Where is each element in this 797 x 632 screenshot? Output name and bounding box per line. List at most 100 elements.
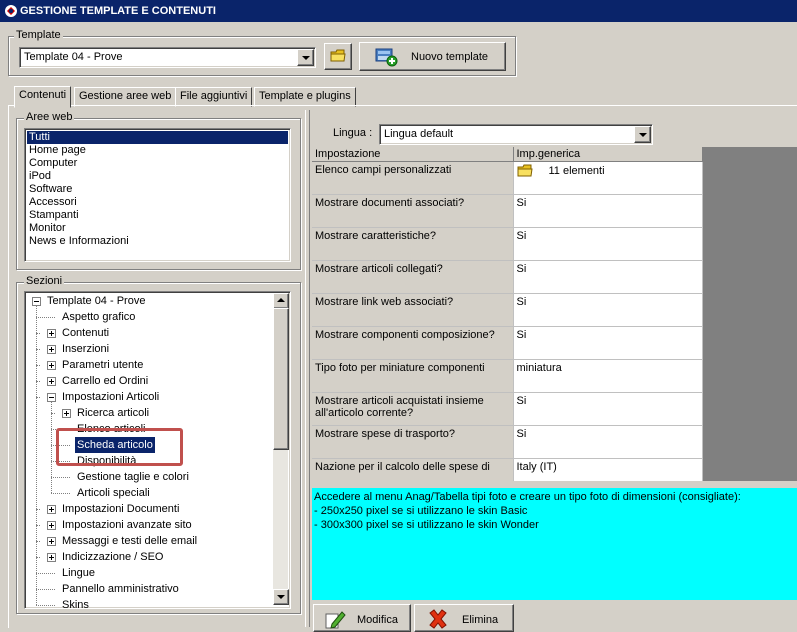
aree-web-item[interactable]: Software: [27, 183, 288, 196]
tree-expand-icon[interactable]: [47, 361, 56, 370]
tab-contenuti-label: Contenuti: [19, 89, 67, 101]
tree-node[interactable]: Parametri utente: [60, 357, 145, 373]
elimina-button[interactable]: Elimina: [414, 604, 514, 632]
tree-expand-icon[interactable]: [47, 505, 56, 514]
modifica-button[interactable]: Modifica: [313, 604, 411, 632]
grid-cell-setting: Mostrare articoli collegati?: [312, 260, 514, 294]
grid-row[interactable]: Tipo foto per miniature componenti miniat…: [312, 359, 703, 393]
tree-node[interactable]: Template 04 - Prove: [45, 293, 147, 309]
grid-cell-value[interactable]: Si: [513, 260, 703, 294]
tab-contenuti[interactable]: Contenuti: [14, 86, 72, 108]
grid-row[interactable]: Mostrare componenti composizione? Si: [312, 326, 703, 360]
tree-expand-icon[interactable]: [47, 377, 56, 386]
grid-cell-value-text: miniatura: [516, 362, 562, 374]
tab-template-e-plugins[interactable]: Template e plugins: [254, 87, 356, 107]
lingua-select-value: Lingua default: [384, 128, 454, 140]
grid-cell-value[interactable]: miniatura: [513, 359, 703, 393]
tree-node[interactable]: Articoli speciali: [75, 485, 152, 501]
grid-header-imp-generica[interactable]: Imp.generica: [513, 147, 703, 162]
aree-web-label: Aree web: [24, 111, 75, 123]
grid-cell-setting: Nazione per il calcolo delle spese di: [312, 458, 514, 481]
grid-cell-value[interactable]: 11 elementi: [513, 161, 703, 195]
grid-row[interactable]: Mostrare articoli collegati? Si: [312, 260, 703, 294]
tree-connector: [51, 493, 70, 495]
grid-header-row: Impostazione Imp.generica: [312, 147, 703, 162]
sezioni-label: Sezioni: [24, 275, 65, 287]
grid-cell-value[interactable]: Si: [513, 227, 703, 261]
tab-file-aggiuntivi[interactable]: File aggiuntivi: [175, 87, 253, 107]
tree-node[interactable]: Inserzioni: [60, 341, 111, 357]
grid-row[interactable]: Mostrare articoli acquistati insieme all…: [312, 392, 703, 426]
tree-node[interactable]: Aspetto grafico: [60, 309, 137, 325]
aree-web-item[interactable]: Monitor: [27, 222, 288, 235]
aree-web-item[interactable]: Computer: [27, 157, 288, 170]
tree-scroll-thumb[interactable]: [273, 308, 289, 450]
tree-connector: [36, 573, 55, 575]
grid-cell-value-text: Si: [516, 395, 527, 407]
grid-cell-setting: Mostrare caratteristiche?: [312, 227, 514, 261]
tree-expand-icon[interactable]: [47, 521, 56, 530]
grid-row[interactable]: Mostrare spese di trasporto? Si: [312, 425, 703, 459]
grid-cell-setting: Mostrare articoli acquistati insieme all…: [312, 392, 514, 426]
grid-row[interactable]: Nazione per il calcolo delle spese di Ita…: [312, 458, 703, 481]
tree-expand-icon[interactable]: [62, 409, 71, 418]
tree-expand-icon[interactable]: [47, 553, 56, 562]
grid-header-impostazione[interactable]: Impostazione: [312, 147, 514, 162]
template-dropdown-arrow[interactable]: [297, 49, 314, 66]
grid-row[interactable]: Elenco campi personalizzati 11 elementi: [312, 161, 703, 195]
grid-cell-setting: Elenco campi personalizzati: [312, 161, 514, 195]
settings-grid[interactable]: Impostazione Imp.generica Elenco campi p…: [312, 147, 703, 481]
tree-node[interactable]: Ricerca articoli: [75, 405, 151, 421]
tree-connector: [36, 605, 55, 607]
tree-expand-icon[interactable]: [47, 345, 56, 354]
window-title: GESTIONE TEMPLATE E CONTENUTI: [20, 5, 216, 17]
aree-web-item[interactable]: News e Informazioni: [27, 235, 288, 248]
grid-cell-value-text: Si: [516, 296, 527, 308]
tree-node[interactable]: Pannello amministrativo: [60, 581, 181, 597]
description-line: - 250x250 pixel se si utilizzano le skin…: [314, 505, 528, 517]
aree-web-list[interactable]: Tutti Home page Computer iPod Software Access…: [24, 128, 291, 262]
aree-web-item[interactable]: Accessori: [27, 196, 288, 209]
tree-node[interactable]: Skins: [60, 597, 91, 608]
tree-node[interactable]: Carrello ed Ordini: [60, 373, 150, 389]
tree-node[interactable]: Messaggi e testi delle email: [60, 533, 199, 549]
tree-node[interactable]: Impostazioni avanzate sito: [60, 517, 194, 533]
aree-web-item[interactable]: Stampanti: [27, 209, 288, 222]
tree-node[interactable]: Lingue: [60, 565, 97, 581]
grid-cell-value[interactable]: Italy (IT): [513, 458, 703, 481]
grid-cell-value[interactable]: Si: [513, 194, 703, 228]
lingua-select[interactable]: Lingua default: [379, 124, 653, 145]
grid-cell-value[interactable]: Si: [513, 392, 703, 426]
open-folder-button[interactable]: [324, 43, 352, 70]
grid-row[interactable]: Mostrare caratteristiche? Si: [312, 227, 703, 261]
tab-gestione-aree-web[interactable]: Gestione aree web: [74, 87, 177, 107]
grid-cell-value[interactable]: Si: [513, 425, 703, 459]
aree-web-item[interactable]: Home page: [27, 144, 288, 157]
tree-connector: [51, 401, 53, 493]
grid-cell-value-text: Si: [516, 428, 527, 440]
tree-node[interactable]: Impostazioni Documenti: [60, 501, 181, 517]
tree-node[interactable]: Contenuti: [60, 325, 111, 341]
template-select[interactable]: Template 04 - Prove: [19, 47, 316, 68]
tree-scrollbar[interactable]: [273, 293, 289, 605]
tree-node[interactable]: Gestione taglie e colori: [75, 469, 191, 485]
tree-scroll-down-button[interactable]: [273, 589, 289, 605]
tree-scroll-up-button[interactable]: [273, 293, 289, 309]
tab-gestione-aree-web-label: Gestione aree web: [79, 90, 172, 102]
grid-row[interactable]: Mostrare documenti associati? Si: [312, 194, 703, 228]
grid-cell-value-text: Si: [516, 263, 527, 275]
new-template-button[interactable]: Nuovo template: [359, 42, 506, 71]
aree-web-item[interactable]: Tutti: [27, 131, 288, 144]
grid-row[interactable]: Mostrare link web associati? Si: [312, 293, 703, 327]
description-line: Accedere al menu Anag/Tabella tipi foto …: [314, 491, 741, 503]
tree-node[interactable]: Indicizzazione / SEO: [60, 549, 166, 565]
lingua-dropdown-arrow[interactable]: [634, 126, 651, 143]
tree-node[interactable]: Impostazioni Articoli: [60, 389, 161, 405]
tree-expand-icon[interactable]: [47, 537, 56, 546]
panel-splitter[interactable]: [305, 110, 310, 627]
grid-cell-value[interactable]: Si: [513, 326, 703, 360]
new-template-icon: [375, 48, 398, 67]
tree-expand-icon[interactable]: [47, 329, 56, 338]
aree-web-item[interactable]: iPod: [27, 170, 288, 183]
grid-cell-value[interactable]: Si: [513, 293, 703, 327]
